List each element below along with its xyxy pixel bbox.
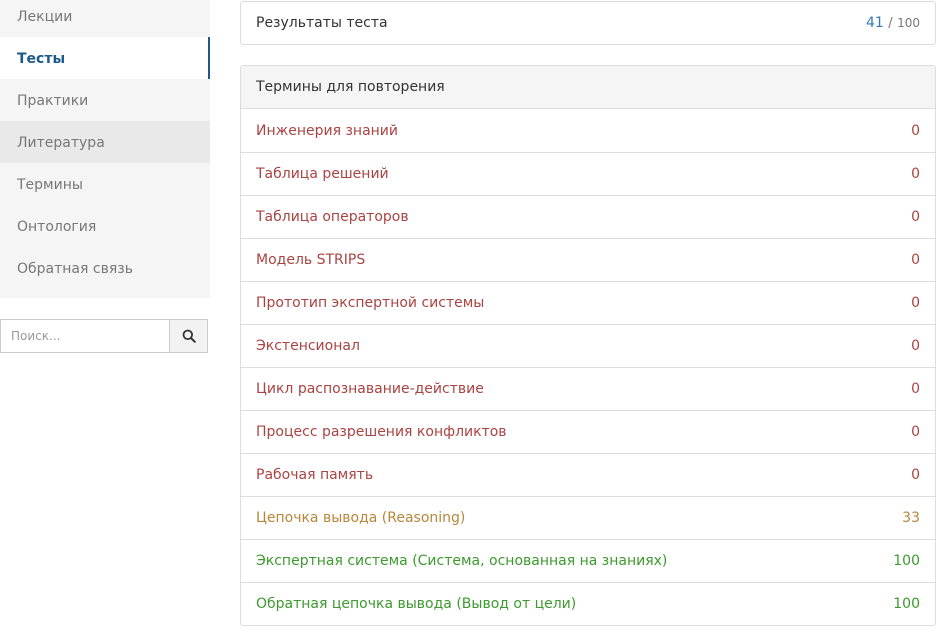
test-results-label: Результаты теста	[256, 15, 388, 31]
term-label[interactable]: Цепочка вывода (Reasoning)	[256, 510, 465, 526]
review-terms-heading: Термины для повторения	[241, 66, 935, 109]
term-row[interactable]: Прототип экспертной системы 0	[241, 281, 935, 324]
term-label[interactable]: Рабочая память	[256, 467, 373, 483]
term-label[interactable]: Таблица операторов	[256, 209, 409, 225]
term-score: 0	[911, 166, 920, 182]
term-score: 0	[911, 338, 920, 354]
term-label[interactable]: Процесс разрешения конфликтов	[256, 424, 507, 440]
sidebar-item-tests[interactable]: Тесты	[0, 37, 210, 79]
term-score: 0	[911, 209, 920, 225]
term-label[interactable]: Инженерия знаний	[256, 123, 398, 139]
term-label[interactable]: Обратная цепочка вывода (Вывод от цели)	[256, 596, 576, 612]
term-score: 0	[911, 122, 920, 139]
search-bar	[0, 319, 208, 353]
term-score: 100	[893, 596, 920, 612]
term-label[interactable]: Таблица решений	[256, 166, 389, 182]
term-row[interactable]: Цикл распознавание-действие 0	[241, 367, 935, 410]
sidebar-item-terms[interactable]: Термины	[0, 163, 210, 205]
sidebar-item-lectures[interactable]: Лекции	[0, 0, 210, 37]
search-icon	[182, 329, 196, 343]
test-score-max: 100	[897, 16, 920, 30]
test-results-panel: Результаты теста 41 / 100	[240, 1, 936, 45]
test-results-row: Результаты теста 41 / 100	[241, 2, 935, 44]
term-row[interactable]: Таблица решений 0	[241, 152, 935, 195]
term-row[interactable]: Экстенсионал 0	[241, 324, 935, 367]
search-button[interactable]	[169, 319, 208, 353]
review-terms-panel: Термины для повторения Инженерия знаний 0…	[240, 65, 936, 626]
sidebar-nav: Лекции Тесты Практики Литература Термины…	[0, 0, 210, 298]
term-score: 0	[911, 252, 920, 268]
term-label[interactable]: Цикл распознавание-действие	[256, 381, 484, 397]
test-score: 41 / 100	[866, 15, 920, 31]
sidebar-item-feedback[interactable]: Обратная связь	[0, 247, 210, 289]
term-row[interactable]: Инженерия знаний 0	[241, 109, 935, 152]
review-terms-list: Инженерия знаний 0 Таблица решений 0 Таблица…	[241, 109, 935, 625]
term-score: 0	[911, 424, 920, 440]
term-row[interactable]: Таблица операторов 0	[241, 195, 935, 238]
term-score: 0	[911, 295, 920, 311]
term-score: 0	[911, 467, 920, 483]
term-label[interactable]: Экспертная система (Система, основанная …	[256, 553, 667, 569]
term-label[interactable]: Экстенсионал	[256, 338, 360, 354]
term-label[interactable]: Модель STRIPS	[256, 252, 365, 268]
term-row[interactable]: Обратная цепочка вывода (Вывод от цели) 1…	[241, 582, 935, 625]
term-score: 100	[893, 553, 920, 569]
term-row[interactable]: Процесс разрешения конфликтов 0	[241, 410, 935, 453]
term-row[interactable]: Модель STRIPS 0	[241, 238, 935, 281]
term-label[interactable]: Прототип экспертной системы	[256, 295, 484, 311]
term-score: 0	[911, 381, 920, 397]
term-score: 33	[902, 510, 920, 526]
sidebar-item-literature[interactable]: Литература	[0, 121, 210, 163]
term-row[interactable]: Рабочая память 0	[241, 453, 935, 496]
sidebar-item-ontology[interactable]: Онтология	[0, 205, 210, 247]
sidebar-item-practices[interactable]: Практики	[0, 79, 210, 121]
term-row[interactable]: Экспертная система (Система, основанная …	[241, 539, 935, 582]
term-row[interactable]: Цепочка вывода (Reasoning) 33	[241, 496, 935, 539]
test-score-separator: /	[888, 16, 893, 31]
search-input[interactable]	[0, 319, 169, 353]
test-score-value: 41	[865, 15, 884, 31]
